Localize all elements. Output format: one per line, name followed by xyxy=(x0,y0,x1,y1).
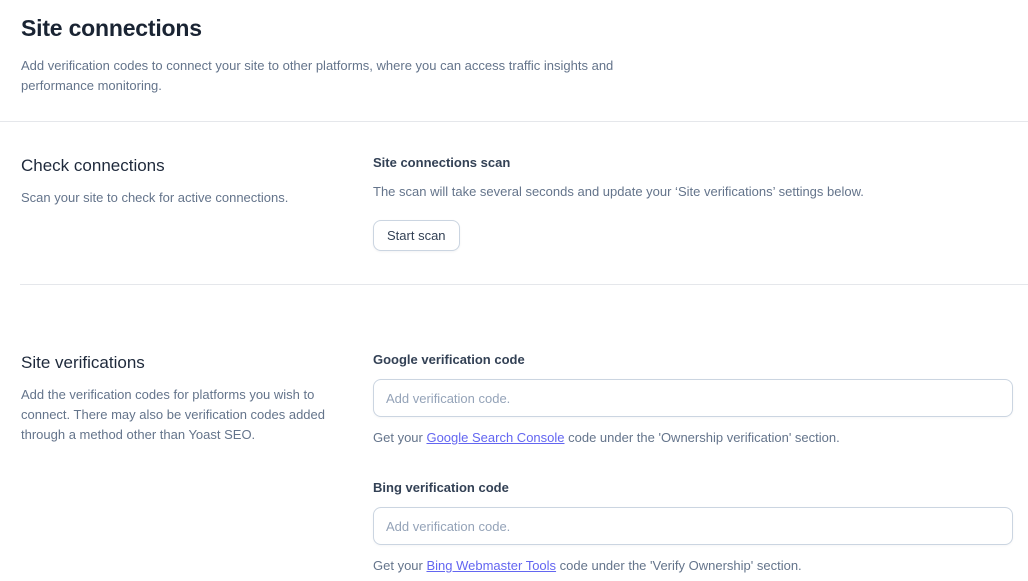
site-verifications-description: Add the verification codes for platforms… xyxy=(21,385,373,445)
site-verifications-intro: Site verifications Add the verification … xyxy=(21,351,373,575)
bing-webmaster-tools-link[interactable]: Bing Webmaster Tools xyxy=(426,558,556,573)
scan-label: Site connections scan xyxy=(373,154,1013,172)
page-description: Add verification codes to connect your s… xyxy=(21,56,681,96)
start-scan-button[interactable]: Start scan xyxy=(373,220,460,251)
google-help-text: Get your Google Search Console code unde… xyxy=(373,429,1013,447)
google-verification-field-group: Google verification code Get your Google… xyxy=(373,351,1013,447)
check-connections-content: Site connections scan The scan will take… xyxy=(373,154,1013,251)
bing-help-suffix: code under the 'Verify Ownership' sectio… xyxy=(556,558,802,573)
section-check-connections: Check connections Scan your site to chec… xyxy=(0,122,1028,251)
bing-help-text: Get your Bing Webmaster Tools code under… xyxy=(373,557,1013,575)
check-connections-intro: Check connections Scan your site to chec… xyxy=(21,154,373,251)
bing-help-prefix: Get your xyxy=(373,558,426,573)
check-connections-heading: Check connections xyxy=(21,154,373,178)
bing-verification-input[interactable] xyxy=(373,507,1013,545)
section-site-verifications: Site verifications Add the verification … xyxy=(0,285,1028,575)
scan-description: The scan will take several seconds and u… xyxy=(373,182,1013,202)
google-verification-label: Google verification code xyxy=(373,351,1013,369)
google-help-suffix: code under the 'Ownership verification' … xyxy=(565,430,840,445)
page-title: Site connections xyxy=(21,14,1007,42)
bing-verification-field-group: Bing verification code Get your Bing Web… xyxy=(373,479,1013,575)
page-header: Site connections Add verification codes … xyxy=(0,0,1028,96)
google-verification-input[interactable] xyxy=(373,379,1013,417)
google-help-prefix: Get your xyxy=(373,430,426,445)
bing-verification-label: Bing verification code xyxy=(373,479,1013,497)
check-connections-description: Scan your site to check for active conne… xyxy=(21,188,373,208)
site-verifications-content: Google verification code Get your Google… xyxy=(373,351,1013,575)
google-search-console-link[interactable]: Google Search Console xyxy=(426,430,564,445)
site-verifications-heading: Site verifications xyxy=(21,351,373,375)
